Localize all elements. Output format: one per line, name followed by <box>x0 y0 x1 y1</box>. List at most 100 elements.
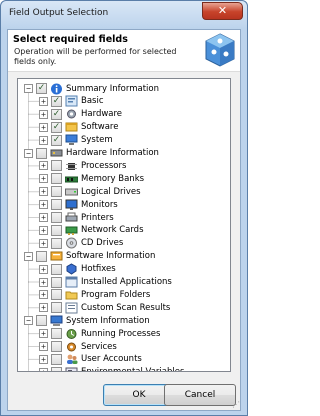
basic-icon <box>65 95 78 107</box>
field-checkbox[interactable] <box>51 276 62 288</box>
tree-leaf-node[interactable]: + User Accounts <box>39 353 142 366</box>
tree-node-label: Environmental Variables <box>81 367 184 371</box>
tree-leaf-node[interactable]: + Logical Drives <box>39 185 141 198</box>
field-checkbox[interactable]: ✓ <box>51 95 62 107</box>
tree-leaf-node[interactable]: + Processors <box>39 159 126 172</box>
tree-node-label: Hotfixes <box>81 264 116 275</box>
tree-node-label: CD Drives <box>81 238 124 249</box>
tree-leaf-node[interactable]: + Environmental Variables <box>39 366 184 371</box>
field-checkbox[interactable] <box>36 147 47 159</box>
info-icon <box>50 83 63 95</box>
title-bar[interactable]: Field Output Selection ✕ <box>1 1 247 29</box>
tree-leaf-node[interactable]: + ✓ System <box>39 134 113 147</box>
header-subtitle: Operation will be performed for selected… <box>14 47 177 66</box>
dialog-body: Select required fields Operation will be… <box>7 29 241 411</box>
field-checkbox[interactable]: ✓ <box>51 134 62 146</box>
field-checkbox[interactable] <box>51 186 62 198</box>
field-checkbox[interactable] <box>51 160 62 172</box>
field-checkbox[interactable] <box>36 250 47 262</box>
tree-leaf-node[interactable]: + Services <box>39 340 117 353</box>
hotfix-icon <box>65 263 78 275</box>
field-checkbox[interactable] <box>51 199 62 211</box>
collapse-toggle-icon[interactable]: − <box>24 251 33 261</box>
field-checkbox[interactable] <box>51 212 62 223</box>
field-checkbox[interactable] <box>51 341 62 352</box>
expand-toggle-icon[interactable]: + <box>39 122 48 132</box>
tree-node-label: Services <box>81 341 117 352</box>
expand-toggle-icon[interactable]: + <box>39 200 48 210</box>
tree-leaf-node[interactable]: + CD Drives <box>39 237 123 250</box>
field-checkbox[interactable] <box>36 315 47 327</box>
expand-toggle-icon[interactable]: + <box>39 225 48 235</box>
tree-group-node[interactable]: − System Information <box>24 314 150 327</box>
expand-toggle-icon[interactable]: + <box>39 213 48 222</box>
process-icon <box>65 328 78 340</box>
field-checkbox[interactable] <box>51 237 62 249</box>
field-checkbox[interactable] <box>51 173 62 185</box>
expand-toggle-icon[interactable]: + <box>39 109 48 119</box>
field-checkbox[interactable] <box>51 353 62 365</box>
folder-icon <box>65 289 78 301</box>
resize-grip-icon[interactable]: ⋰ <box>232 400 240 409</box>
tree-node-label: Software Information <box>66 251 156 262</box>
tree-node-label: Network Cards <box>81 225 144 236</box>
field-checkbox[interactable] <box>51 366 62 371</box>
collapse-toggle-icon[interactable]: − <box>24 316 33 326</box>
tree-leaf-node[interactable]: + ✓ Software <box>39 121 118 134</box>
processor-icon <box>65 160 78 172</box>
header-title: Select required fields <box>13 34 128 45</box>
tree-leaf-node[interactable]: + Program Folders <box>39 288 150 301</box>
close-button[interactable]: ✕ <box>202 2 243 20</box>
tree-group-node[interactable]: − Software Information <box>24 250 155 263</box>
field-checkbox[interactable]: ✓ <box>51 121 62 133</box>
window-title: Field Output Selection <box>9 8 109 18</box>
collapse-toggle-icon[interactable]: − <box>24 148 33 158</box>
expand-toggle-icon[interactable]: + <box>39 264 48 274</box>
tree-leaf-node[interactable]: + Printers <box>39 211 114 224</box>
tree-leaf-node[interactable]: + Monitors <box>39 198 118 211</box>
expand-toggle-icon[interactable]: + <box>39 161 48 171</box>
expand-toggle-icon[interactable]: + <box>39 354 48 364</box>
field-tree[interactable]: − ✓ Summary Information + ✓ Basic + ✓ Hardware + ✓… <box>17 78 231 372</box>
software-icon <box>65 121 78 133</box>
expand-toggle-icon[interactable]: + <box>39 96 48 106</box>
tree-node-label: User Accounts <box>81 354 142 365</box>
tree-leaf-node[interactable]: + Hotfixes <box>39 263 116 276</box>
expand-toggle-icon[interactable]: + <box>39 238 48 248</box>
tree-leaf-node[interactable]: + ✓ Hardware <box>39 108 122 121</box>
users-icon <box>65 353 78 365</box>
cancel-button[interactable]: Cancel <box>164 384 236 406</box>
tree-node-label: Summary Information <box>66 83 159 94</box>
expand-toggle-icon[interactable]: + <box>39 367 48 371</box>
field-checkbox[interactable] <box>51 224 62 236</box>
expand-toggle-icon[interactable]: + <box>39 277 48 287</box>
field-checkbox[interactable] <box>51 328 62 340</box>
applications-icon <box>65 276 78 288</box>
expand-toggle-icon[interactable]: + <box>39 290 48 300</box>
network-cube-icon <box>205 33 235 67</box>
field-checkbox[interactable] <box>51 302 62 314</box>
tree-leaf-node[interactable]: + ✓ Basic <box>39 95 104 108</box>
tree-leaf-node[interactable]: + Installed Applications <box>39 276 172 289</box>
tree-leaf-node[interactable]: + Custom Scan Results <box>39 301 170 314</box>
field-checkbox[interactable] <box>51 289 62 301</box>
expand-toggle-icon[interactable]: + <box>39 135 48 145</box>
tree-leaf-node[interactable]: + Running Processes <box>39 327 160 340</box>
tree-group-node[interactable]: − Hardware Information <box>24 147 159 160</box>
tree-node-label: Basic <box>81 96 104 107</box>
tree-leaf-node[interactable]: + Memory Banks <box>39 172 144 185</box>
collapse-toggle-icon[interactable]: − <box>24 84 33 93</box>
tree-node-label: Hardware <box>81 109 123 120</box>
expand-toggle-icon[interactable]: + <box>39 187 48 197</box>
tree-leaf-node[interactable]: + Network Cards <box>39 224 144 237</box>
field-checkbox[interactable] <box>51 263 62 275</box>
expand-toggle-icon[interactable]: + <box>39 329 48 339</box>
field-checkbox[interactable]: ✓ <box>36 83 47 94</box>
system-icon <box>65 134 78 146</box>
tree-node-label: Logical Drives <box>81 186 141 197</box>
expand-toggle-icon[interactable]: + <box>39 342 48 351</box>
tree-group-node[interactable]: − ✓ Summary Information <box>24 82 159 95</box>
expand-toggle-icon[interactable]: + <box>39 303 48 313</box>
field-checkbox[interactable]: ✓ <box>51 108 62 120</box>
expand-toggle-icon[interactable]: + <box>39 174 48 184</box>
